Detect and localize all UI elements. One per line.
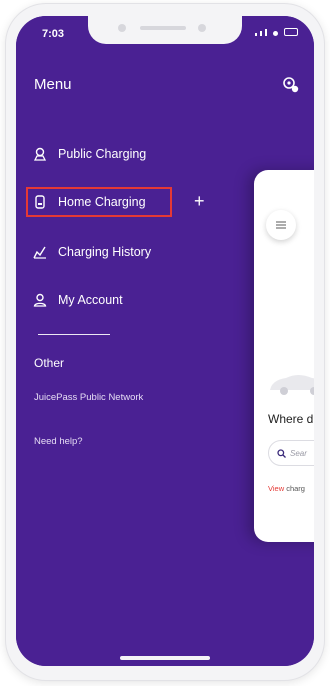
menu-item-charging-history[interactable]: Charging History	[32, 244, 151, 260]
plus-icon[interactable]: +	[194, 192, 205, 210]
charging-station-icon	[32, 146, 48, 162]
where-heading: Where d	[268, 412, 314, 426]
signal-bar	[265, 29, 267, 36]
other-heading: Other	[34, 356, 65, 370]
link-juicepass-public-network[interactable]: JuicePass Public Network	[34, 392, 143, 403]
hamburger-icon	[276, 221, 286, 229]
menu-item-my-account[interactable]: My Account	[32, 292, 123, 308]
hamburger-menu-button[interactable]	[266, 210, 296, 240]
divider	[38, 334, 110, 335]
main-screen-card[interactable]: Where d Sear View charg	[254, 170, 314, 542]
menu-item-home-charging[interactable]: Home Charging	[32, 194, 146, 210]
user-icon	[32, 292, 48, 308]
signal-bar	[260, 31, 262, 36]
view-link-accent: View	[268, 484, 285, 493]
menu-item-label: My Account	[58, 293, 123, 307]
speaker-grille	[140, 26, 186, 30]
search-input[interactable]: Sear	[268, 440, 314, 466]
view-chargers-link[interactable]: View charg	[268, 484, 305, 493]
sensor-dot	[118, 24, 126, 32]
battery-icon	[284, 28, 298, 36]
camera-dot	[198, 24, 206, 32]
menu-item-label: Home Charging	[58, 195, 146, 209]
view-link-rest: charg	[284, 484, 305, 493]
link-need-help[interactable]: Need help?	[34, 436, 83, 447]
support-icon[interactable]	[282, 76, 300, 94]
phone-frame: 7:03 Menu Public Charging Home Charging …	[6, 4, 324, 680]
status-bar: 7:03	[16, 16, 314, 52]
status-time: 7:03	[42, 28, 65, 40]
signal-icon	[255, 33, 257, 36]
home-charger-icon	[32, 194, 48, 210]
search-icon	[277, 448, 286, 458]
menu-title: Menu	[34, 76, 72, 93]
screen: 7:03 Menu Public Charging Home Charging …	[16, 16, 314, 666]
menu-item-label: Charging History	[58, 245, 152, 259]
wifi-icon	[273, 31, 278, 36]
history-chart-icon	[32, 244, 48, 260]
car-image	[270, 375, 314, 395]
status-icons	[255, 28, 298, 36]
search-placeholder: Sear	[290, 448, 307, 458]
notch	[88, 16, 242, 44]
home-indicator[interactable]	[120, 656, 210, 660]
menu-item-label: Public Charging	[58, 147, 147, 161]
menu-item-public-charging[interactable]: Public Charging	[32, 146, 146, 162]
